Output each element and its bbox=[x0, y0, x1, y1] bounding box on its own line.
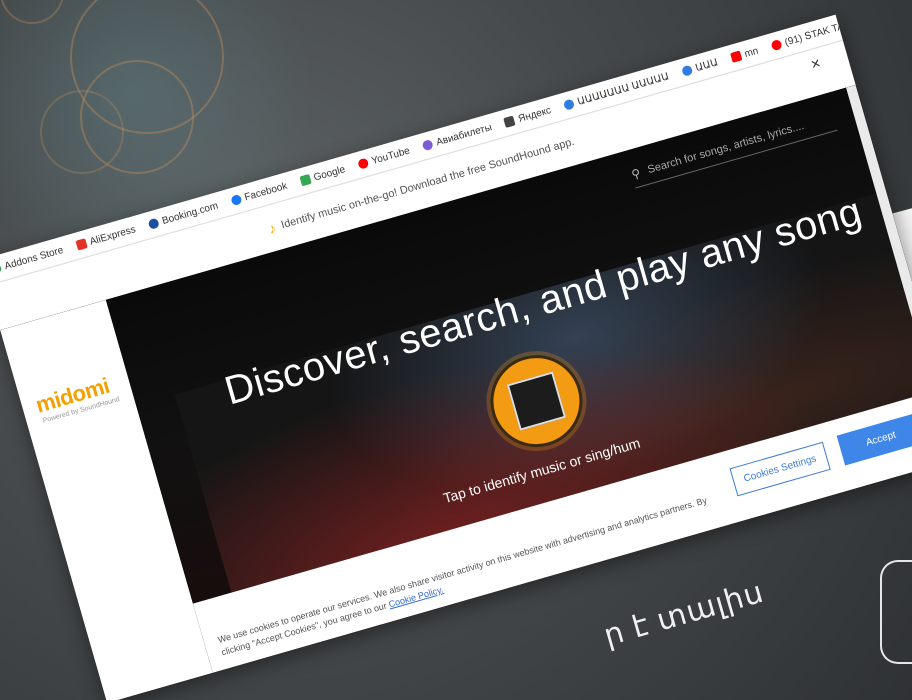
bookmark-label: Google bbox=[312, 163, 347, 184]
bookmark-label: AliExpress bbox=[88, 223, 137, 248]
bookmark-item[interactable]: ԱԱԱ bbox=[680, 56, 720, 78]
cookies-settings-button[interactable]: Cookies Settings bbox=[729, 441, 831, 497]
bookmark-favicon-icon bbox=[356, 157, 370, 170]
bookmark-favicon-icon bbox=[75, 238, 88, 251]
accept-button[interactable]: Accept bbox=[837, 412, 912, 466]
bookmark-favicon-icon bbox=[503, 115, 516, 128]
qr-code-icon bbox=[506, 371, 567, 431]
search-icon: ⚲ bbox=[629, 165, 643, 182]
bookmark-item[interactable]: Яндекс bbox=[503, 105, 552, 129]
bookmark-item[interactable]: Google bbox=[299, 164, 346, 187]
bookmark-favicon-icon bbox=[421, 138, 435, 152]
music-note-icon: ♪ bbox=[266, 219, 278, 237]
bookmark-favicon-icon bbox=[562, 98, 576, 111]
bookmark-label: ԱԱԱ bbox=[694, 56, 720, 74]
bokeh-ring bbox=[40, 90, 124, 174]
slide-caption: ր է տալիս bbox=[600, 575, 768, 653]
bookmark-label: Яндекс bbox=[516, 104, 553, 125]
bookmark-favicon-icon bbox=[0, 262, 3, 276]
slide-icon bbox=[880, 560, 912, 664]
bookmark-label: Facebook bbox=[243, 180, 289, 203]
bookmark-favicon-icon bbox=[299, 174, 312, 187]
bookmark-label: mn bbox=[743, 45, 760, 60]
bookmark-favicon-icon bbox=[729, 50, 743, 63]
bookmark-favicon-icon bbox=[680, 64, 694, 77]
bookmark-item[interactable]: mn bbox=[729, 45, 760, 63]
bookmark-label: YouTube bbox=[370, 145, 412, 167]
bookmark-favicon-icon bbox=[229, 193, 243, 207]
bookmark-favicon-icon bbox=[770, 39, 783, 52]
bookmark-favicon-icon bbox=[147, 217, 160, 230]
